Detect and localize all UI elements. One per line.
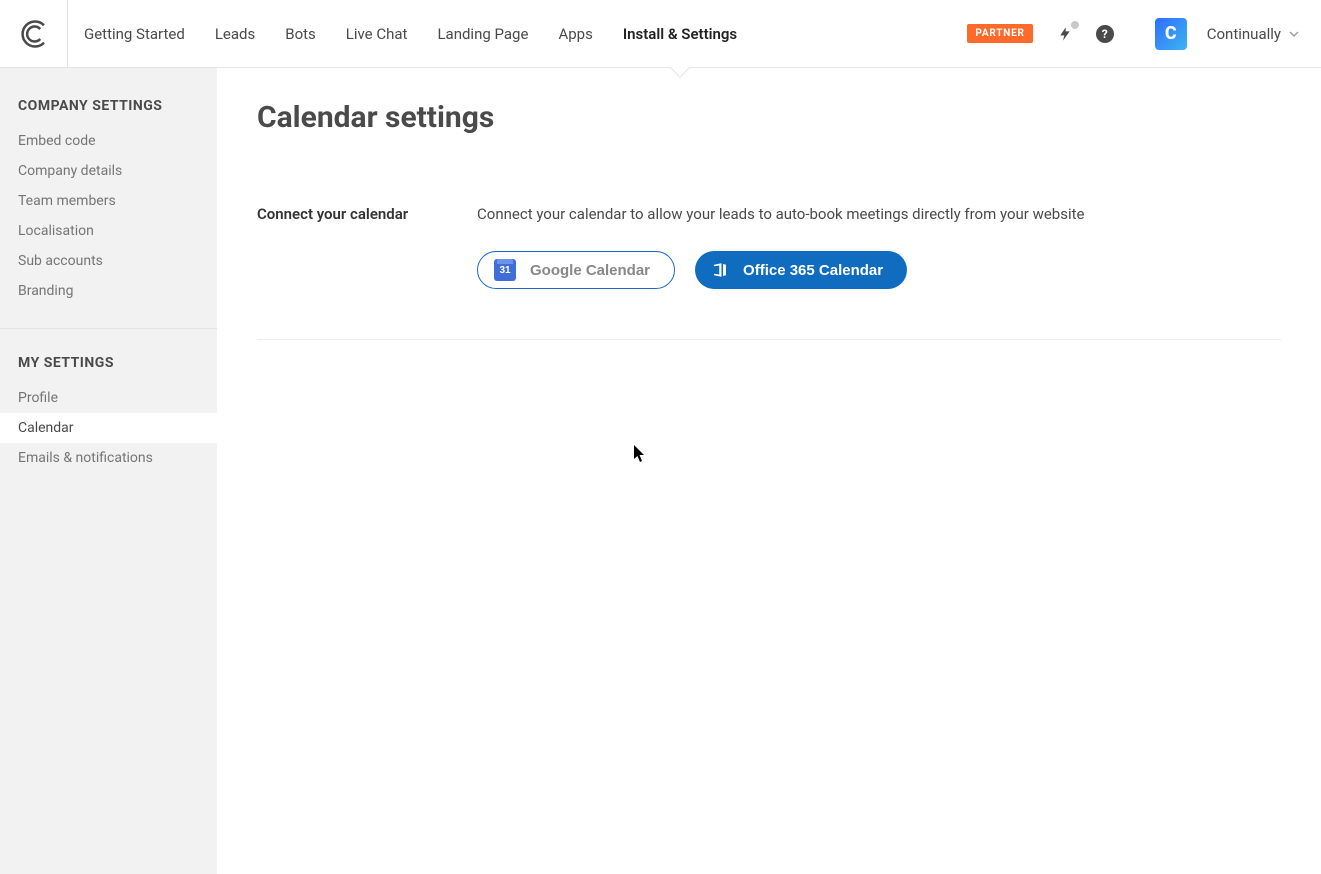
sidebar-item-profile[interactable]: Profile — [0, 383, 217, 413]
sidebar-item-company-details[interactable]: Company details — [0, 156, 217, 186]
sidebar-item-label: Emails & notifications — [18, 450, 153, 466]
nav-label: Install & Settings — [623, 25, 737, 43]
nav-label: Live Chat — [346, 25, 408, 43]
sidebar-heading-company: COMPANY SETTINGS — [0, 98, 217, 126]
header-actions: ? C Continually — [1055, 18, 1299, 50]
office365-calendar-label: Office 365 Calendar — [743, 262, 883, 279]
sidebar-item-label: Calendar — [18, 420, 74, 436]
page-title: Calendar settings — [257, 100, 1281, 135]
google-calendar-button[interactable]: 31 Google Calendar — [477, 251, 675, 289]
chevron-down-icon — [1289, 29, 1299, 39]
office365-calendar-button[interactable]: Office 365 Calendar — [695, 251, 907, 289]
sidebar-item-sub-accounts[interactable]: Sub accounts — [0, 246, 217, 276]
sidebar-item-label: Profile — [18, 390, 58, 406]
notification-dot-icon — [1071, 21, 1079, 29]
google-calendar-label: Google Calendar — [530, 262, 650, 279]
sidebar-item-label: Team members — [18, 193, 116, 209]
help-icon: ? — [1096, 25, 1114, 43]
nav-label: Bots — [285, 25, 316, 43]
connect-calendar-section: Connect your calendar Connect your calen… — [257, 205, 1281, 340]
top-nav: Getting Started Leads Bots Live Chat Lan… — [0, 0, 1321, 68]
sidebar-separator — [0, 328, 217, 329]
section-label: Connect your calendar — [257, 205, 477, 289]
sidebar-item-calendar[interactable]: Calendar — [0, 413, 217, 443]
nav-leads[interactable]: Leads — [215, 0, 255, 67]
account-avatar[interactable]: C — [1155, 18, 1187, 50]
main-nav: Getting Started Leads Bots Live Chat Lan… — [84, 0, 737, 67]
section-description: Connect your calendar to allow your lead… — [477, 205, 1281, 223]
settings-sidebar: COMPANY SETTINGS Embed code Company deta… — [0, 68, 217, 874]
sidebar-item-label: Embed code — [18, 133, 96, 149]
nav-label: Apps — [558, 25, 592, 43]
nav-bots[interactable]: Bots — [285, 0, 316, 67]
sidebar-item-label: Localisation — [18, 223, 94, 239]
partner-badge: PARTNER — [967, 24, 1032, 43]
sidebar-item-branding[interactable]: Branding — [0, 276, 217, 306]
nav-label: Leads — [215, 25, 255, 43]
office365-icon — [711, 261, 729, 279]
nav-label: Getting Started — [84, 25, 185, 43]
account-name-label: Continually — [1207, 25, 1281, 43]
help-button[interactable]: ? — [1095, 24, 1115, 44]
calendar-buttons: 31 Google Calendar Office 365 Calendar — [477, 251, 1281, 289]
nav-live-chat[interactable]: Live Chat — [346, 0, 408, 67]
sidebar-item-label: Branding — [18, 283, 73, 299]
sidebar-item-team-members[interactable]: Team members — [0, 186, 217, 216]
logo[interactable] — [0, 0, 68, 68]
sidebar-item-label: Company details — [18, 163, 122, 179]
sidebar-item-label: Sub accounts — [18, 253, 103, 269]
google-calendar-icon: 31 — [494, 259, 516, 281]
nav-landing-page[interactable]: Landing Page — [437, 0, 528, 67]
sidebar-item-localisation[interactable]: Localisation — [0, 216, 217, 246]
nav-getting-started[interactable]: Getting Started — [84, 0, 185, 67]
continually-logo-icon — [19, 19, 49, 49]
nav-install-settings[interactable]: Install & Settings — [623, 0, 737, 67]
sidebar-heading-my: MY SETTINGS — [0, 355, 217, 383]
nav-apps[interactable]: Apps — [558, 0, 592, 67]
lightning-icon — [1057, 26, 1073, 42]
main-content: Calendar settings Connect your calendar … — [217, 68, 1321, 874]
sidebar-item-emails-notifications[interactable]: Emails & notifications — [0, 443, 217, 473]
avatar-letter: C — [1165, 23, 1177, 44]
nav-label: Landing Page — [437, 25, 528, 43]
account-menu[interactable]: Continually — [1207, 25, 1299, 43]
notifications-button[interactable] — [1055, 24, 1075, 44]
sidebar-item-embed-code[interactable]: Embed code — [0, 126, 217, 156]
